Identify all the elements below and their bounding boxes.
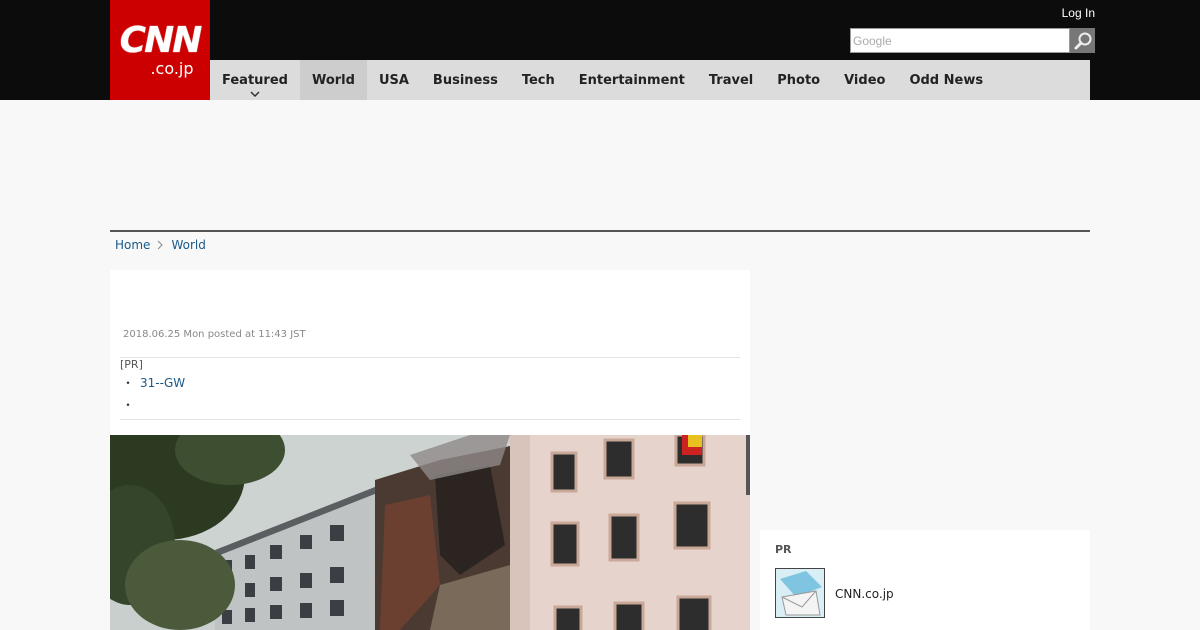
pr-empty-item: ・	[122, 398, 135, 412]
nav-item-label: Entertainment	[578, 72, 685, 88]
pr-link[interactable]: 31--GW	[140, 376, 185, 390]
logo-domain: .co.jp	[150, 59, 194, 78]
nav-item-label: Video	[844, 72, 886, 88]
breadcrumb: Home World	[115, 238, 206, 252]
nav-item-world[interactable]: World	[299, 60, 367, 100]
breadcrumb-home[interactable]: Home	[115, 238, 150, 252]
sidebar-pr-card: PR CNN.co.jp	[760, 530, 1090, 630]
posted-timestamp: 2018.06.25 Mon posted at 11:43 JST	[123, 329, 306, 340]
search-button[interactable]	[1070, 28, 1095, 53]
section-divider	[110, 230, 1090, 232]
pr-link-item: ・ 31--GW	[122, 374, 185, 391]
nav-item-business[interactable]: Business	[421, 60, 510, 100]
login-link[interactable]: Log In	[1062, 6, 1095, 20]
mail-icon[interactable]	[775, 568, 825, 618]
nav-item-label: Business	[432, 72, 498, 88]
pr-block: [PR] ・ 31--GW ・	[120, 357, 740, 420]
nav-item-label: USA	[378, 72, 409, 88]
nav-item-label: Photo	[777, 72, 821, 88]
nav-item-label: Featured	[222, 72, 288, 88]
search-icon	[1074, 32, 1091, 49]
building-explosion-image	[110, 435, 750, 630]
search-input[interactable]: Google	[850, 28, 1070, 53]
nav-item-label: Travel	[708, 72, 754, 88]
nav-item-label: Odd News	[909, 72, 984, 88]
nav-item-usa[interactable]: USA	[367, 60, 421, 100]
breadcrumb-world[interactable]: World	[171, 238, 205, 252]
pr-label: [PR]	[120, 358, 143, 371]
nav-item-travel[interactable]: Travel	[697, 60, 765, 100]
sidebar-pr-link[interactable]: CNN.co.jp	[835, 587, 894, 601]
bullet: ・	[122, 376, 135, 390]
nav-item-video[interactable]: Video	[832, 60, 897, 100]
chevron-down-icon	[250, 91, 260, 97]
nav-item-label: Tech	[521, 72, 555, 88]
nav-item-featured[interactable]: Featured	[210, 60, 300, 100]
nav-item-tech[interactable]: Tech	[510, 60, 567, 100]
article-photo	[110, 435, 750, 630]
nav-item-odd-news[interactable]: Odd News	[897, 60, 995, 100]
sidebar-pr-label: PR	[775, 543, 792, 556]
logo-text: CNN	[119, 20, 203, 61]
nav-item-entertainment[interactable]: Entertainment	[567, 60, 697, 100]
cnn-logo[interactable]: CNN .co.jp	[110, 0, 210, 100]
nav-item-photo[interactable]: Photo	[765, 60, 832, 100]
nav-item-label: World	[311, 72, 355, 88]
chevron-right-icon	[158, 240, 164, 250]
main-nav: Featured World USA Business Tech Enterta…	[210, 60, 1090, 100]
article-card: 2018.06.25 Mon posted at 11:43 JST [PR] …	[110, 270, 750, 630]
